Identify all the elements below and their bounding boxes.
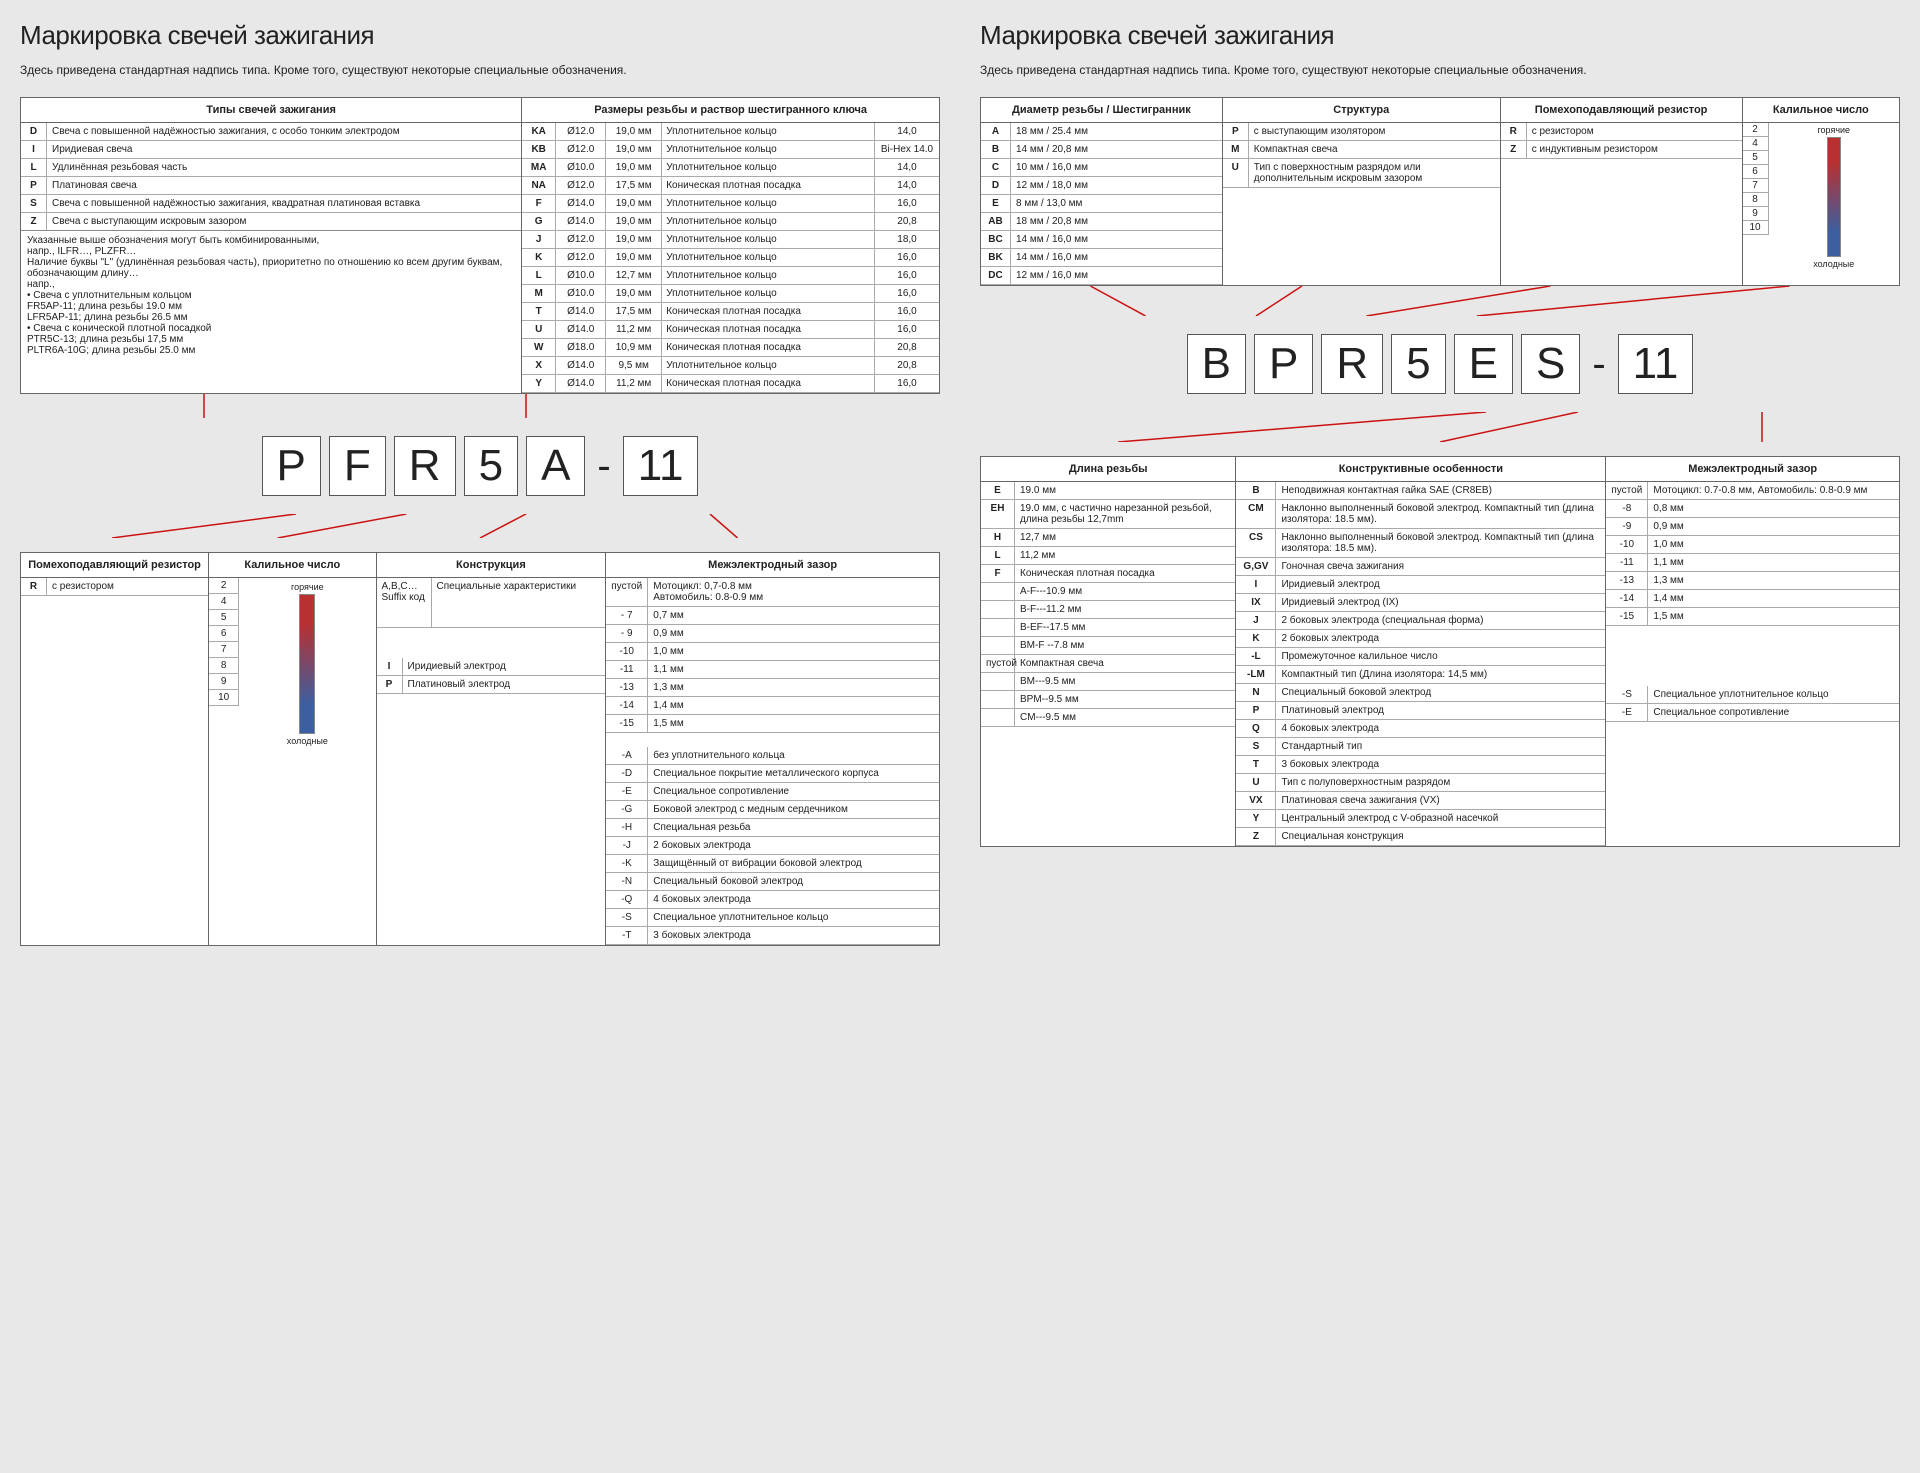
heat-gradient-r: [1827, 137, 1841, 257]
right-panel: Маркировка свечей зажигания Здесь привед…: [980, 20, 1900, 946]
thread-header: Размеры резьбы и раствор шестигранного к…: [522, 98, 939, 123]
right-code: BPR5ES-11: [980, 334, 1900, 394]
code-char: B: [1187, 334, 1246, 394]
code-char: R: [1321, 334, 1383, 394]
hdr-resistor: Помехоподавляющий резистор: [21, 553, 208, 578]
right-bottom: Длина резьбы E19.0 ммEH19.0 мм, с частич…: [980, 456, 1900, 847]
right-top: Диаметр резьбы / Шестигранник A18 мм / 2…: [980, 97, 1900, 286]
left-code: PFR5A-11: [20, 436, 940, 496]
types-header: Типы свечей зажигания: [21, 98, 521, 123]
code-char: A: [526, 436, 585, 496]
code-char: E: [1454, 334, 1513, 394]
code-char: 11: [1618, 334, 1694, 394]
code-char: 11: [623, 436, 699, 496]
heat-gradient: [299, 594, 315, 734]
right-title: Маркировка свечей зажигания: [980, 20, 1900, 51]
hdr-heat: Калильное число: [209, 553, 375, 578]
left-bottom: Помехоподавляющий резистор Rс резистором…: [20, 552, 940, 946]
code-char: R: [394, 436, 456, 496]
code-char: P: [1254, 334, 1313, 394]
left-title: Маркировка свечей зажигания: [20, 20, 940, 51]
code-char: 5: [464, 436, 518, 496]
code-char: 5: [1391, 334, 1445, 394]
hdr-gap: Межэлектродный зазор: [606, 553, 939, 578]
left-subtitle: Здесь приведена стандартная надпись типа…: [20, 63, 940, 77]
left-panel: Маркировка свечей зажигания Здесь привед…: [20, 20, 940, 946]
code-char: S: [1521, 334, 1580, 394]
right-subtitle: Здесь приведена стандартная надпись типа…: [980, 63, 1900, 77]
code-char: F: [329, 436, 386, 496]
code-char: P: [262, 436, 321, 496]
hdr-constr: Конструкция: [377, 553, 606, 578]
left-top-box: Типы свечей зажигания DСвеча с повышенно…: [20, 97, 940, 394]
